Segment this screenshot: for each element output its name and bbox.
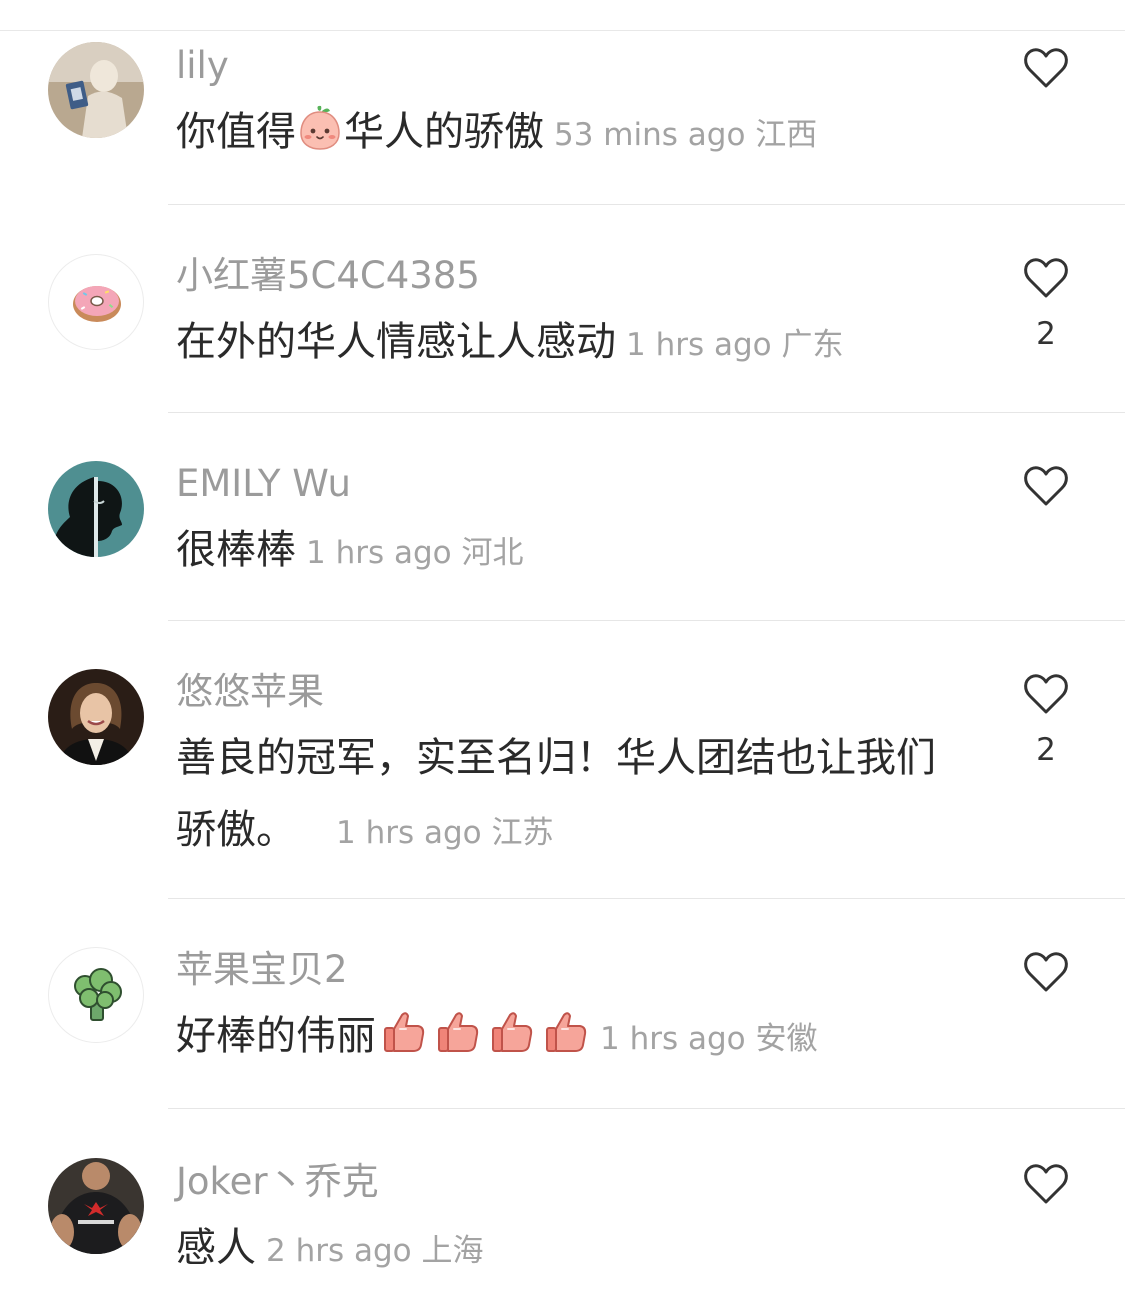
comment-meta: 1 hrs ago 广东 <box>626 327 843 363</box>
comment-text: 在外的华人情感让人感动 <box>176 319 616 365</box>
comment-location: 广东 <box>781 327 844 363</box>
divider <box>168 204 1125 205</box>
divider <box>168 620 1125 621</box>
thumbs-up-icon <box>488 1007 536 1055</box>
username[interactable]: 苹果宝贝2 <box>176 948 348 992</box>
divider <box>168 898 1125 899</box>
comment-time: 1 hrs ago <box>626 327 772 363</box>
heart-outline-icon[interactable] <box>1022 950 1070 994</box>
comment-text: 善良的冠军，实至名归！华人团结也让我们骄傲。 <box>176 735 936 853</box>
avatar[interactable] <box>48 947 144 1043</box>
comment-time: 1 hrs ago <box>600 1021 746 1057</box>
comment-text: 好棒的伟丽 <box>176 1013 376 1059</box>
thumbs-up-icon <box>380 1007 428 1055</box>
comment-location: 河北 <box>461 535 524 571</box>
top-divider <box>0 30 1125 31</box>
comment-body: 好棒的伟丽 1 hrs ago 安徽 <box>176 1000 976 1075</box>
comment-text: 很棒棒 <box>176 527 296 573</box>
username[interactable]: Joker丶乔克 <box>176 1160 379 1204</box>
comment-time: 53 mins ago <box>554 117 746 153</box>
avatar[interactable] <box>48 1158 144 1254</box>
comment-body: 感人 2 hrs ago 上海 <box>176 1212 976 1287</box>
avatar[interactable] <box>48 461 144 557</box>
comment-body: 你值得 华人的骄傲 53 mins ago 江西 <box>176 96 976 171</box>
username[interactable]: 悠悠苹果 <box>176 670 324 714</box>
thumbs-up-icon <box>542 1007 590 1055</box>
comment-text: 感人 <box>176 1225 256 1271</box>
comment-body: 很棒棒 1 hrs ago 河北 <box>176 514 976 589</box>
comment-location: 江西 <box>755 117 818 153</box>
comment-location: 上海 <box>421 1233 484 1269</box>
comment-text-continued: 华人的骄傲 <box>344 109 544 155</box>
thumbs-up-icon <box>434 1007 482 1055</box>
like-count: 2 <box>1036 732 1056 768</box>
comment-text: 你值得 <box>176 109 296 155</box>
comment-body: 善良的冠军，实至名归！华人团结也让我们骄傲。 1 hrs ago 江苏 <box>176 722 966 869</box>
avatar[interactable] <box>48 254 144 350</box>
like-count: 2 <box>1036 316 1056 352</box>
divider <box>168 412 1125 413</box>
comment-meta: 2 hrs ago 上海 <box>266 1233 483 1269</box>
heart-outline-icon[interactable] <box>1022 1162 1070 1206</box>
username[interactable]: 小红薯5C4C4385 <box>176 254 480 298</box>
comment-list: lily 你值得 华人的骄傲 53 mins ago 江西 小红薯5C4C438… <box>0 0 1125 1312</box>
avatar[interactable] <box>48 669 144 765</box>
comment-location: 江苏 <box>491 815 554 851</box>
peach-face-icon <box>296 103 344 151</box>
comment-meta: 1 hrs ago 河北 <box>306 535 523 571</box>
thumbs-up-group <box>376 1012 590 1059</box>
comment-meta: 1 hrs ago 江苏 <box>336 815 553 851</box>
comment-location: 安徽 <box>755 1021 818 1057</box>
heart-outline-icon[interactable] <box>1022 464 1070 508</box>
avatar[interactable] <box>48 42 144 138</box>
comment-time: 2 hrs ago <box>266 1233 412 1269</box>
divider <box>168 1108 1125 1109</box>
comment-time: 1 hrs ago <box>306 535 452 571</box>
comment-body: 在外的华人情感让人感动 1 hrs ago 广东 <box>176 306 976 381</box>
comment-time: 1 hrs ago <box>336 815 482 851</box>
comment-meta: 1 hrs ago 安徽 <box>600 1021 817 1057</box>
username[interactable]: EMILY Wu <box>176 462 351 506</box>
heart-outline-icon[interactable] <box>1022 46 1070 90</box>
heart-outline-icon[interactable] <box>1022 256 1070 300</box>
username[interactable]: lily <box>176 44 229 88</box>
comment-meta: 53 mins ago 江西 <box>554 117 817 153</box>
heart-outline-icon[interactable] <box>1022 672 1070 716</box>
